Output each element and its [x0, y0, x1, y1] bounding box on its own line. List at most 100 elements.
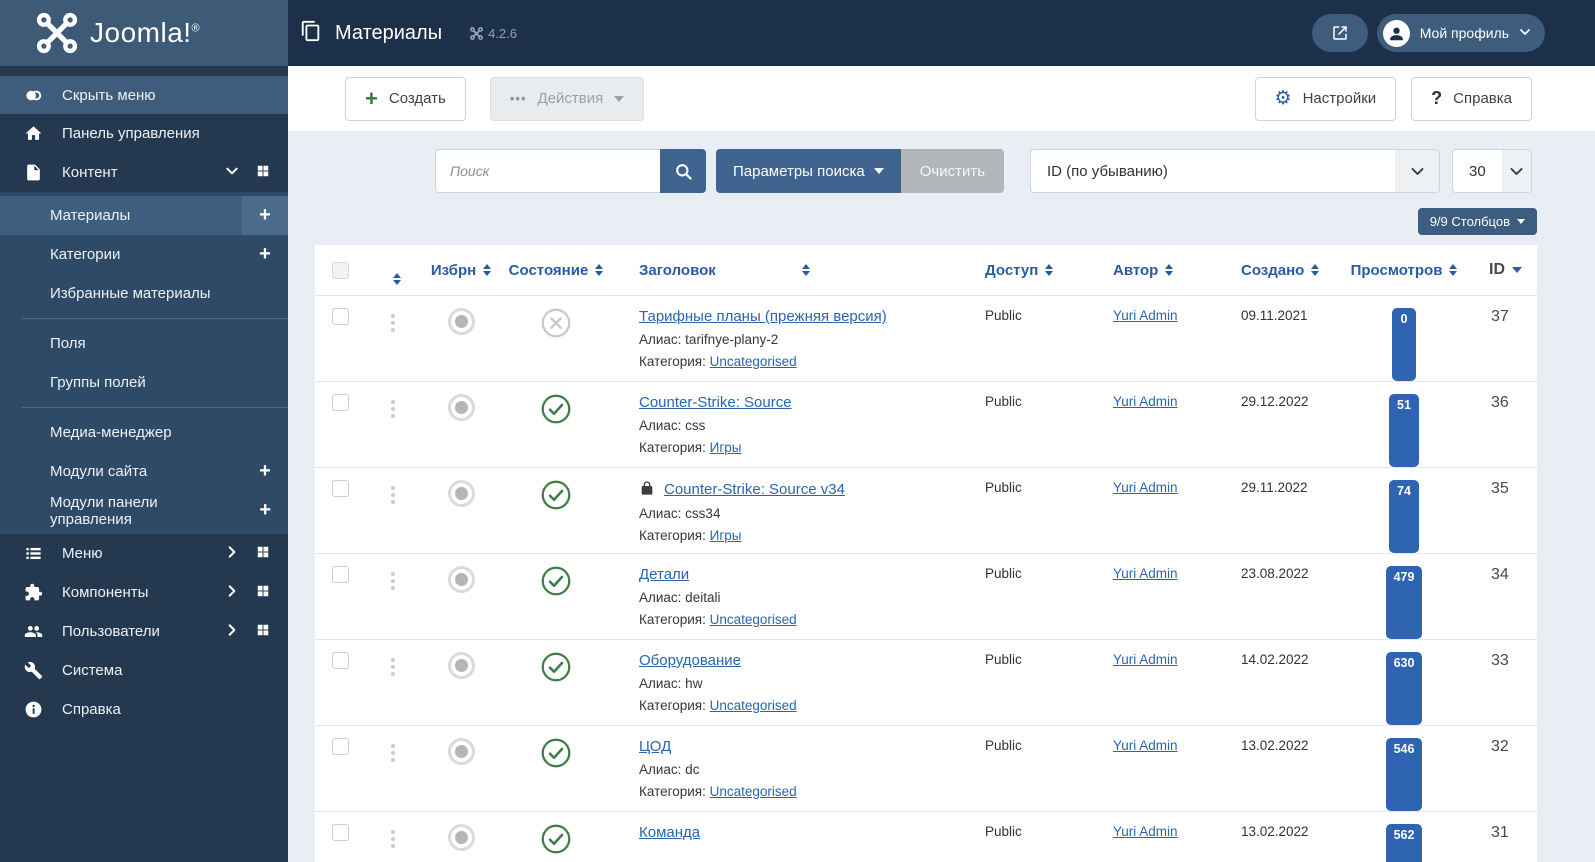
state-published-icon[interactable]: [541, 738, 571, 811]
sidebar: Joomla!® Скрыть меню Панель управления Ко…: [0, 0, 288, 862]
columns-toggle-button[interactable]: 9/9 Столбцов: [1417, 208, 1537, 235]
drag-handle[interactable]: [365, 468, 421, 553]
add-new-icon[interactable]: +: [242, 452, 288, 491]
featured-header[interactable]: Избрн: [421, 262, 501, 279]
row-checkbox[interactable]: [331, 824, 349, 841]
drag-handle[interactable]: [365, 382, 421, 467]
search-input[interactable]: [435, 149, 660, 193]
search-button[interactable]: [660, 149, 706, 193]
access-header[interactable]: Доступ: [935, 262, 1063, 279]
access-level: Public: [985, 824, 1022, 839]
category-link[interactable]: Uncategorised: [710, 698, 797, 713]
article-title-link[interactable]: Детали: [639, 566, 689, 583]
category-link[interactable]: Uncategorised: [710, 784, 797, 799]
row-checkbox[interactable]: [331, 394, 349, 411]
wrench-icon: [18, 661, 48, 680]
category-label: Категория:: [639, 698, 706, 713]
author-link[interactable]: Yuri Admin: [1113, 566, 1178, 581]
submenu-item[interactable]: Модули сайта +: [0, 452, 288, 491]
submenu-item[interactable]: Поля: [0, 324, 288, 363]
article-title-link[interactable]: Команда: [639, 824, 700, 841]
drag-handle[interactable]: [365, 726, 421, 811]
sidebar-item-home[interactable]: Панель управления: [0, 114, 288, 153]
add-new-icon[interactable]: +: [242, 235, 288, 274]
preview-site-button[interactable]: [1311, 14, 1368, 52]
select-all-checkbox[interactable]: [331, 261, 349, 279]
author-link[interactable]: Yuri Admin: [1113, 394, 1178, 409]
category-link[interactable]: Uncategorised: [710, 354, 797, 369]
state-unpublished-icon[interactable]: [541, 308, 571, 381]
state-published-icon[interactable]: [541, 394, 571, 467]
author-header[interactable]: Автор: [1063, 262, 1191, 279]
article-title-link[interactable]: Оборудование: [639, 652, 741, 669]
page-size-select[interactable]: 30: [1452, 149, 1532, 193]
featured-toggle-icon[interactable]: [447, 652, 475, 679]
alias-text: Алиас: css34: [639, 506, 721, 521]
article-title-link[interactable]: Counter-Strike: Source: [639, 394, 792, 411]
drag-handle[interactable]: [365, 640, 421, 725]
submenu-item[interactable]: Избранные материалы: [0, 274, 288, 313]
state-published-icon[interactable]: [541, 652, 571, 725]
help-button[interactable]: ? Справка: [1411, 76, 1532, 121]
search-tools-button[interactable]: Параметры поиска: [716, 149, 901, 193]
category-link[interactable]: Игры: [710, 528, 742, 543]
profile-menu-button[interactable]: Мой профиль: [1376, 14, 1545, 52]
sidebar-item-users[interactable]: Пользователи: [0, 612, 288, 651]
sort-select[interactable]: ID (по убыванию): [1030, 149, 1440, 193]
article-title-link[interactable]: Тарифные планы (прежняя версия): [639, 308, 887, 325]
featured-toggle-icon[interactable]: [447, 394, 475, 421]
order-sort-header[interactable]: [365, 255, 421, 285]
row-checkbox[interactable]: [331, 738, 349, 755]
sidebar-item-info[interactable]: Справка: [0, 690, 288, 729]
dashboard-grid-icon[interactable]: [256, 623, 270, 641]
add-new-icon[interactable]: +: [242, 491, 288, 530]
row-checkbox[interactable]: [331, 308, 349, 325]
category-link[interactable]: Uncategorised: [710, 612, 797, 627]
sidebar-item-document[interactable]: Контент: [0, 153, 288, 192]
author-link[interactable]: Yuri Admin: [1113, 652, 1178, 667]
dashboard-grid-icon[interactable]: [256, 584, 270, 602]
dashboard-grid-icon[interactable]: [256, 545, 270, 563]
id-header[interactable]: ID: [1475, 261, 1537, 279]
drag-handle[interactable]: [365, 812, 421, 862]
row-checkbox[interactable]: [331, 652, 349, 669]
state-header[interactable]: Состояние: [501, 262, 611, 279]
state-published-icon[interactable]: [541, 824, 571, 862]
row-checkbox[interactable]: [331, 480, 349, 497]
article-title-link[interactable]: ЦОД: [639, 738, 671, 755]
add-new-icon[interactable]: +: [242, 196, 288, 235]
options-button[interactable]: ⚙ Настройки: [1254, 76, 1397, 121]
author-link[interactable]: Yuri Admin: [1113, 308, 1178, 323]
actions-button[interactable]: ••• Действия: [489, 76, 645, 121]
submenu-item[interactable]: Категории +: [0, 235, 288, 274]
submenu-item[interactable]: Группы полей: [0, 363, 288, 402]
submenu-item[interactable]: Модули панели управления +: [0, 491, 288, 530]
category-link[interactable]: Игры: [710, 440, 742, 455]
state-published-icon[interactable]: [541, 480, 571, 553]
author-link[interactable]: Yuri Admin: [1113, 824, 1178, 839]
sidebar-item-puzzle[interactable]: Компоненты: [0, 573, 288, 612]
submenu-item[interactable]: Медиа-менеджер: [0, 413, 288, 452]
row-checkbox[interactable]: [331, 566, 349, 583]
sidebar-item-list[interactable]: Меню: [0, 534, 288, 573]
article-title-link[interactable]: Counter-Strike: Source v34: [664, 481, 845, 498]
featured-toggle-icon[interactable]: [447, 480, 475, 507]
sidebar-item-wrench[interactable]: Система: [0, 651, 288, 690]
dashboard-grid-icon[interactable]: [256, 164, 270, 182]
new-button[interactable]: + Создать: [345, 76, 466, 121]
sidebar-item-hide-menu[interactable]: Скрыть меню: [0, 76, 288, 114]
views-header[interactable]: Просмотров: [1333, 262, 1475, 279]
featured-toggle-icon[interactable]: [447, 738, 475, 765]
drag-handle[interactable]: [365, 554, 421, 639]
author-link[interactable]: Yuri Admin: [1113, 738, 1178, 753]
featured-toggle-icon[interactable]: [447, 566, 475, 593]
featured-toggle-icon[interactable]: [447, 824, 475, 851]
featured-toggle-icon[interactable]: [447, 308, 475, 335]
clear-button[interactable]: Очистить: [900, 149, 1005, 193]
submenu-item[interactable]: Материалы +: [0, 196, 288, 235]
author-link[interactable]: Yuri Admin: [1113, 480, 1178, 495]
title-header[interactable]: Заголовок: [611, 262, 935, 279]
created-header[interactable]: Создано: [1191, 262, 1333, 279]
state-published-icon[interactable]: [541, 566, 571, 639]
drag-handle[interactable]: [365, 296, 421, 381]
